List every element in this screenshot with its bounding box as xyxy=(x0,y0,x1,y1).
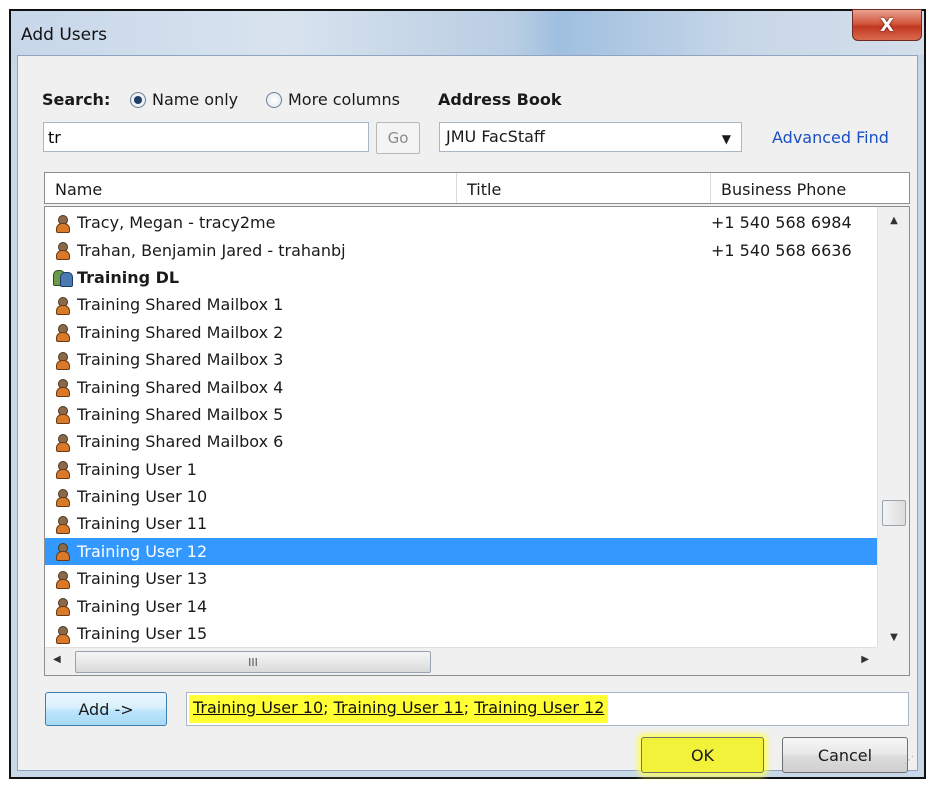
close-icon: X xyxy=(880,14,894,36)
vertical-scrollbar[interactable]: ▲ ▼ xyxy=(877,207,909,649)
list-item-name: Training User 12 xyxy=(77,541,208,561)
resize-grip-icon[interactable]: ⋰ xyxy=(904,755,914,766)
list-item[interactable]: Training Shared Mailbox 3 xyxy=(45,346,877,373)
advanced-find-link[interactable]: Advanced Find xyxy=(772,128,889,147)
list-item-phone: +1 540 568 6984 xyxy=(711,213,852,233)
list-item-name: Training User 11 xyxy=(77,514,208,534)
group-icon xyxy=(53,268,73,288)
user-icon xyxy=(53,570,71,589)
address-book-value: JMU FacStaff xyxy=(446,127,545,146)
window-title: Add Users xyxy=(21,25,107,45)
list-item-name: Tracy, Megan - tracy2me xyxy=(77,213,276,233)
ok-button[interactable]: OK xyxy=(641,737,764,773)
address-book-select[interactable]: JMU FacStaff ▼ xyxy=(439,122,742,152)
list-item[interactable]: Training User 13 xyxy=(45,565,877,592)
list-item[interactable]: Tracy, Megan - tracy2me +1 540 568 6984 xyxy=(45,209,877,236)
list-item[interactable]: Training User 15 xyxy=(45,620,877,647)
user-icon xyxy=(53,351,71,370)
list-item[interactable]: Training Shared Mailbox 4 xyxy=(45,373,877,400)
add-users-dialog: Add Users X Search: Name only More colum… xyxy=(9,9,926,779)
radio-checked-icon xyxy=(130,91,146,108)
dialog-body: Search: Name only More columns Address B… xyxy=(17,55,918,773)
scroll-corner xyxy=(877,647,909,675)
user-icon xyxy=(53,241,71,261)
list-item[interactable]: Training Shared Mailbox 6 xyxy=(45,428,877,455)
list-item-name: Training User 1 xyxy=(77,459,197,479)
list-item[interactable]: Trahan, Benjamin Jared - trahanbj +1 540 … xyxy=(45,236,877,263)
scroll-up-icon[interactable]: ▲ xyxy=(878,215,909,226)
list-item-name: Training Shared Mailbox 6 xyxy=(77,432,284,452)
go-button[interactable]: Go xyxy=(376,122,420,154)
selected-user-separator: ; xyxy=(463,698,475,717)
vertical-scroll-thumb[interactable] xyxy=(882,500,906,526)
user-icon xyxy=(53,625,71,644)
selected-user[interactable]: Training User 12 xyxy=(474,698,604,717)
list-item-name: Training Shared Mailbox 1 xyxy=(77,295,284,315)
user-icon xyxy=(53,214,71,233)
list-item-name: Training User 15 xyxy=(77,624,208,644)
column-header-title[interactable]: Title xyxy=(457,173,711,203)
user-icon xyxy=(53,460,71,480)
search-label: Search: xyxy=(42,90,111,109)
list-item-name: Training User 13 xyxy=(77,569,208,589)
scroll-grip-icon: III xyxy=(248,655,258,669)
list-item-name: Training DL xyxy=(77,267,180,287)
cancel-button[interactable]: Cancel xyxy=(782,737,908,773)
radio-name-only-label: Name only xyxy=(152,90,239,109)
list-item[interactable]: Training User 12 xyxy=(45,537,877,566)
list-item[interactable]: Training User 10 xyxy=(45,483,877,510)
selected-user[interactable]: Training User 11 xyxy=(334,698,464,717)
list-item[interactable]: Training Shared Mailbox 5 xyxy=(45,401,877,428)
address-book-label: Address Book xyxy=(438,90,562,109)
selected-users-field[interactable]: Training User 10; Training User 11; Trai… xyxy=(186,692,909,726)
list-item-phone: +1 540 568 6636 xyxy=(711,240,852,260)
close-button[interactable]: X xyxy=(852,9,922,41)
horizontal-scrollbar[interactable]: ◀ III ▶ xyxy=(45,647,879,675)
list-item[interactable]: Training Shared Mailbox 2 xyxy=(45,319,877,346)
list-item-name: Training User 10 xyxy=(77,487,208,507)
radio-more-columns[interactable]: More columns xyxy=(266,90,400,109)
scroll-left-icon[interactable]: ◀ xyxy=(53,654,61,665)
list-item[interactable]: Training DL xyxy=(45,264,877,291)
user-icon xyxy=(53,433,71,452)
list-item-name: Training User 14 xyxy=(77,596,208,616)
user-icon xyxy=(53,405,71,425)
column-header-name[interactable]: Name xyxy=(45,173,457,203)
radio-more-columns-label: More columns xyxy=(288,90,400,109)
list-item[interactable]: Training User 11 xyxy=(45,510,877,537)
selected-user[interactable]: Training User 10 xyxy=(193,698,323,717)
scroll-right-icon[interactable]: ▶ xyxy=(861,654,869,665)
radio-unchecked-icon xyxy=(266,91,282,108)
dropdown-arrow-icon: ▼ xyxy=(721,132,731,146)
selected-users-list: Training User 10; Training User 11; Trai… xyxy=(189,695,609,723)
user-icon xyxy=(53,323,71,343)
radio-name-only[interactable]: Name only xyxy=(130,90,238,109)
user-icon xyxy=(53,378,71,398)
list-item-name: Trahan, Benjamin Jared - trahanbj xyxy=(77,240,346,260)
selected-user-separator: ; xyxy=(323,698,334,717)
user-list: Tracy, Megan - tracy2me +1 540 568 6984 Tr… xyxy=(44,206,910,676)
user-icon xyxy=(53,515,71,534)
list-item-name: Training Shared Mailbox 2 xyxy=(77,322,284,342)
list-header: Name Title Business Phone xyxy=(44,172,910,204)
user-icon xyxy=(53,542,71,562)
list-item[interactable]: Training User 14 xyxy=(45,592,877,619)
scroll-down-icon[interactable]: ▼ xyxy=(878,632,909,643)
user-list-rows: Tracy, Megan - tracy2me +1 540 568 6984 Tr… xyxy=(45,209,877,675)
search-input[interactable] xyxy=(43,122,369,152)
list-item-name: Training Shared Mailbox 5 xyxy=(77,404,284,424)
horizontal-scroll-thumb[interactable]: III xyxy=(75,651,431,673)
user-icon xyxy=(53,296,71,315)
column-header-business-phone[interactable]: Business Phone xyxy=(711,173,909,203)
list-item[interactable]: Training User 1 xyxy=(45,456,877,483)
add-button[interactable]: Add -> xyxy=(45,692,167,726)
list-item-name: Training Shared Mailbox 4 xyxy=(77,377,284,397)
user-icon xyxy=(53,597,71,617)
list-item-name: Training Shared Mailbox 3 xyxy=(77,350,284,370)
user-icon xyxy=(53,488,71,507)
title-bar: Add Users X xyxy=(11,9,924,55)
list-item[interactable]: Training Shared Mailbox 1 xyxy=(45,291,877,318)
